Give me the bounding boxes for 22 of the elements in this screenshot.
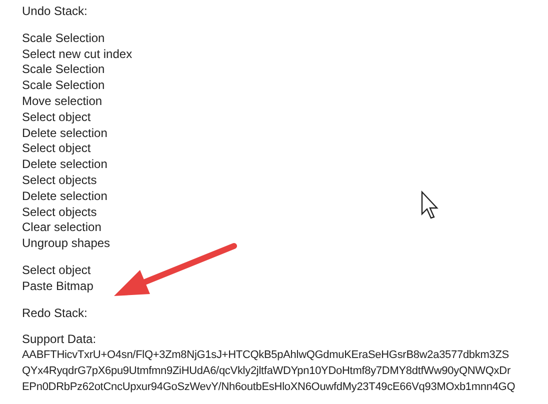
undo-entry: Delete selection <box>22 126 108 142</box>
undo-entry: Scale Selection <box>22 62 105 78</box>
support-data-line: EPn0DRbPz62otCncUpxur94GoSzWevY/Nh6outbEsHloXN6OuwfdMy23T49cE66Vq93MOxb1mnn4GQ <box>22 380 516 395</box>
undo-entry: Select objects <box>22 172 97 189</box>
support-data-line: AABFTHicvTxrU+O4sn/FlQ+3Zm8NjG1sJ+HTCQkB5pAhlwQGdmuKEraSeHGsrB8w2a3577dbkm3ZS <box>22 348 509 364</box>
undo-entry: Delete selection <box>22 188 108 205</box>
undo-entry: Ungroup shapes <box>22 236 110 252</box>
undo-entry: Select object <box>22 262 91 279</box>
undo-entry: Delete selection <box>22 157 108 173</box>
undo-entry: Clear selection <box>22 220 102 236</box>
support-data-heading: Support Data: <box>22 332 96 348</box>
undo-entry: Scale Selection <box>22 78 105 94</box>
undo-entry: Select object <box>22 110 91 126</box>
undo-entry: Paste Bitmap <box>22 278 94 295</box>
undo-entry: Scale Selection <box>22 30 105 47</box>
redo-stack-heading: Redo Stack: <box>22 306 88 322</box>
undo-entry: Move selection <box>22 94 102 110</box>
undo-stack-heading: Undo Stack: <box>22 4 88 20</box>
undo-entry: Select objects <box>22 204 97 220</box>
undo-entry: Select object <box>22 141 91 158</box>
support-data-line: QYx4RyqdrG7pX6pu9Utmfmn9ZiHUdA6/qcVkly2jltfaWDYpn10YDoHtmf8y7DMY8dtfWw90yQNWQxDr <box>22 364 510 379</box>
undo-entry: Select new cut index <box>22 46 132 62</box>
